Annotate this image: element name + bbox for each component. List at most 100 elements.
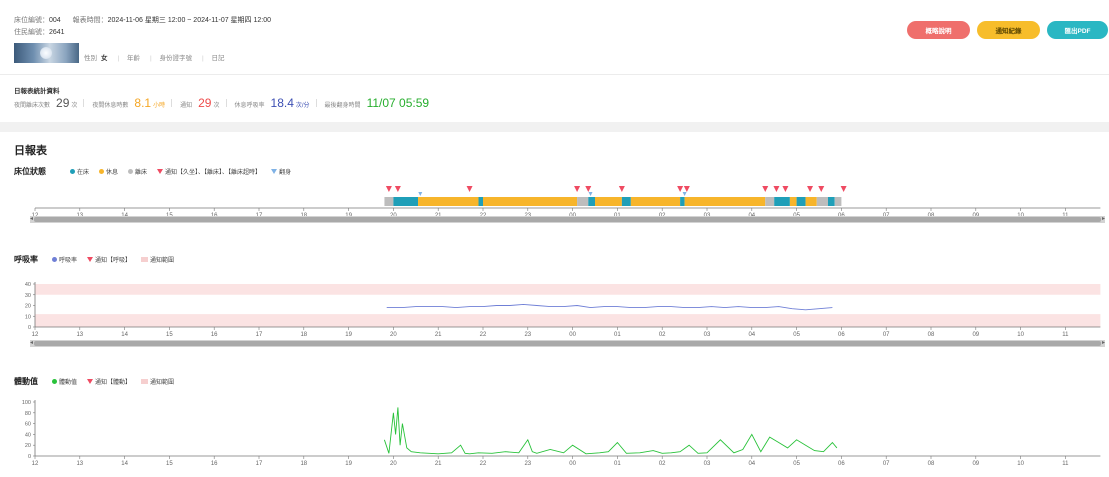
legend-label: 呼吸率 bbox=[59, 258, 78, 264]
bed-segment-in-bed bbox=[827, 197, 835, 206]
note-label: 日記 bbox=[211, 55, 225, 62]
alert-triangle-icon bbox=[157, 169, 164, 174]
stat-value: 29 bbox=[56, 96, 70, 110]
section-gap bbox=[0, 122, 1109, 132]
x-tick-label: 04 bbox=[748, 332, 755, 338]
alert-marker bbox=[677, 186, 684, 192]
gender-label: 性別 bbox=[84, 55, 97, 62]
alert-marker bbox=[762, 186, 769, 192]
y-tick-label: 40 bbox=[25, 282, 31, 288]
motion-line bbox=[383, 407, 838, 455]
motion-title: 體動值 bbox=[14, 377, 38, 386]
y-tick-label: 40 bbox=[25, 432, 31, 438]
scrollbar-thumb[interactable] bbox=[34, 341, 1101, 346]
legend-resp-range: 通知範圍 bbox=[141, 255, 174, 264]
x-tick-label: 07 bbox=[883, 461, 890, 467]
legend-label: 離床 bbox=[135, 170, 148, 176]
y-tick-label: 20 bbox=[25, 304, 31, 310]
bed-segment-rest bbox=[789, 197, 797, 206]
turn-marker bbox=[588, 192, 593, 196]
legend-resp-alert: 通知【呼吸】 bbox=[87, 255, 131, 264]
scroll-left-icon[interactable]: ◂ bbox=[30, 339, 33, 346]
stats-title: 日報表統計資料 bbox=[14, 88, 60, 95]
scrollbar-thumb[interactable] bbox=[34, 217, 1101, 222]
y-tick-label: 60 bbox=[25, 422, 31, 428]
x-tick-label: 22 bbox=[480, 332, 487, 338]
alert-marker bbox=[807, 186, 814, 192]
alert-marker bbox=[385, 186, 392, 192]
x-tick-label: 19 bbox=[345, 461, 352, 467]
alert-marker bbox=[782, 186, 789, 192]
x-tick-label: 18 bbox=[300, 461, 307, 467]
x-tick-label: 11 bbox=[1062, 332, 1069, 338]
y-tick-label: 10 bbox=[25, 314, 31, 320]
rest-dot-icon bbox=[99, 169, 105, 174]
gender-value: 女 bbox=[101, 55, 108, 62]
stat-unit: 次/分 bbox=[295, 103, 310, 109]
stats-row: 夜間離床次數 29 次 夜間休息時數 8.1 小時 通知 29 次 休息呼吸率 … bbox=[14, 96, 439, 110]
x-tick-label: 06 bbox=[838, 332, 845, 338]
legend-turn: 翻身 bbox=[271, 167, 291, 176]
bed-status-title: 床位狀態 bbox=[14, 167, 46, 176]
stat-value: 11/07 05:59 bbox=[366, 96, 430, 110]
legend-label: 體動值 bbox=[59, 380, 78, 386]
in-bed-dot-icon bbox=[70, 169, 75, 174]
x-tick-label: 05 bbox=[793, 332, 800, 338]
summary-button[interactable]: 概略說明 bbox=[907, 21, 970, 39]
x-tick-label: 15 bbox=[166, 461, 173, 467]
bed-chart-scrollbar[interactable]: ◂ ▸ bbox=[30, 216, 1105, 223]
x-tick-label: 12 bbox=[32, 332, 39, 338]
x-tick-label: 06 bbox=[838, 461, 845, 467]
alert-marker bbox=[618, 186, 625, 192]
x-tick-label: 17 bbox=[256, 461, 263, 467]
moon-icon bbox=[40, 47, 52, 59]
stat-value: 8.1 bbox=[134, 96, 152, 110]
scroll-left-icon[interactable]: ◂ bbox=[30, 215, 33, 222]
report-header: 床位編號：004 報表時間：2024-11-06 星期三 12:00 ~ 202… bbox=[0, 0, 1109, 74]
bed-segment-off-bed bbox=[834, 197, 842, 206]
y-tick-label: 80 bbox=[25, 411, 31, 417]
stat-label: 休息呼吸率 bbox=[234, 103, 265, 109]
stat-night-rest: 夜間休息時數 8.1 小時 bbox=[92, 96, 173, 110]
stat-value: 18.4 bbox=[270, 96, 294, 110]
bed-segment-in-bed bbox=[680, 197, 685, 206]
alert-marker bbox=[585, 186, 592, 192]
bed-segment-in-bed bbox=[478, 197, 483, 206]
legend-in-bed: 在床 bbox=[70, 167, 89, 176]
x-tick-label: 13 bbox=[76, 461, 83, 467]
x-tick-label: 21 bbox=[435, 332, 442, 338]
x-tick-label: 11 bbox=[1062, 461, 1069, 467]
x-tick-label: 23 bbox=[524, 461, 531, 467]
x-tick-label: 12 bbox=[32, 461, 39, 467]
x-tick-label: 09 bbox=[972, 332, 979, 338]
resp-chart-scrollbar[interactable]: ◂ ▸ bbox=[30, 340, 1105, 347]
stat-night-offbed: 夜間離床次數 29 次 bbox=[14, 96, 85, 110]
stat-unit: 次 bbox=[213, 103, 220, 109]
scroll-right-icon[interactable]: ▸ bbox=[1102, 339, 1105, 346]
stats-panel: 日報表統計資料 夜間離床次數 29 次 夜間休息時數 8.1 小時 通知 29 … bbox=[0, 74, 1109, 122]
legend-label: 通知範圍 bbox=[150, 258, 175, 264]
x-tick-label: 01 bbox=[614, 461, 621, 467]
x-tick-label: 10 bbox=[1017, 332, 1024, 338]
bed-segment-in-bed bbox=[393, 197, 419, 206]
x-tick-label: 09 bbox=[972, 461, 979, 467]
legend-motion-range: 通知範圍 bbox=[141, 377, 174, 386]
resident-no-label: 住民編號： bbox=[14, 29, 49, 36]
motion-legend: 體動值 通知【體動】 通知範圍 bbox=[52, 377, 184, 386]
legend-label: 通知範圍 bbox=[150, 380, 175, 386]
y-tick-label: 0 bbox=[28, 454, 31, 460]
x-tick-label: 15 bbox=[166, 332, 173, 338]
x-tick-label: 03 bbox=[704, 332, 711, 338]
bed-segment-in-bed bbox=[588, 197, 595, 206]
bed-no-label: 床位編號： bbox=[14, 17, 49, 24]
export-pdf-button[interactable]: 匯出PDF bbox=[1047, 21, 1108, 39]
respiration-legend: 呼吸率 通知【呼吸】 通知範圍 bbox=[52, 255, 184, 264]
legend-alert: 通知【久坐】、【離床】、【離床超時】 bbox=[157, 167, 261, 176]
stat-rest-respiration: 休息呼吸率 18.4 次/分 bbox=[235, 96, 317, 110]
notification-log-button[interactable]: 通知紀錄 bbox=[977, 21, 1040, 39]
stat-label: 夜間離床次數 bbox=[14, 103, 51, 109]
scroll-right-icon[interactable]: ▸ bbox=[1102, 215, 1105, 222]
x-tick-label: 00 bbox=[569, 332, 576, 338]
bed-segment-rest bbox=[483, 197, 578, 206]
alert-marker bbox=[840, 186, 847, 192]
